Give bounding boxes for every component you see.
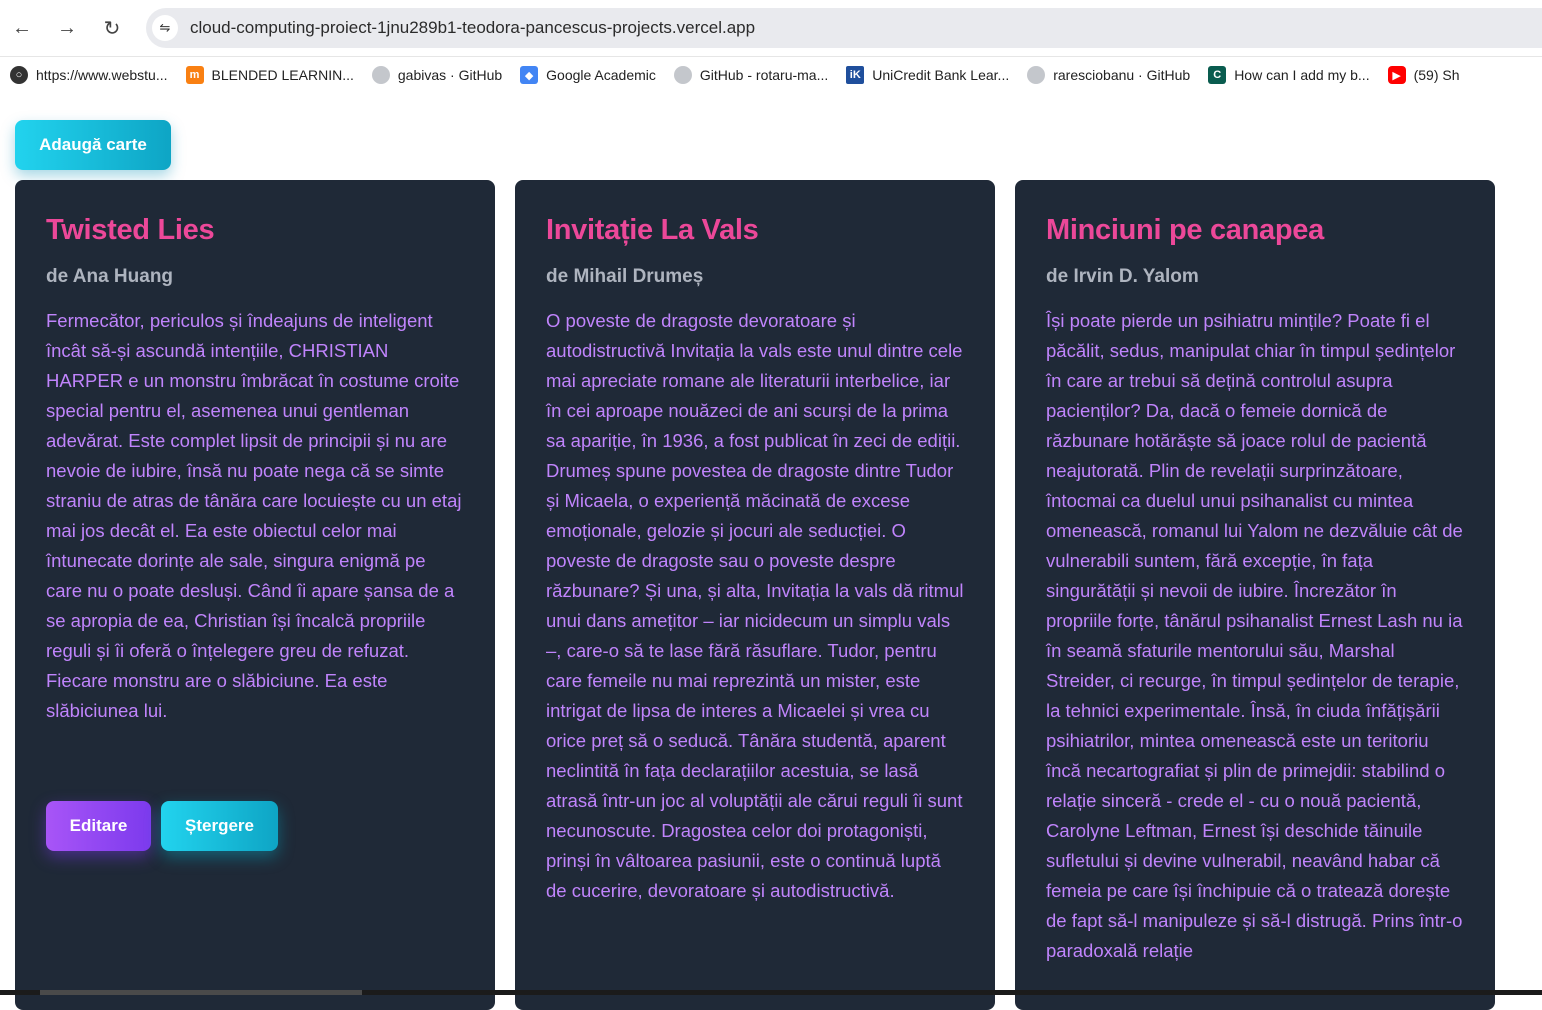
bookmark-item[interactable]: GitHub - rotaru-ma... [673, 66, 829, 84]
unicredit-icon: iK [846, 66, 865, 84]
bookmark-label: (59) Sh [1413, 67, 1460, 83]
google-scholar-icon: ◆ [520, 66, 539, 84]
globe-icon: ○ [10, 66, 28, 84]
book-actions: Editare Ștergere [46, 801, 278, 851]
book-title: Twisted Lies [46, 214, 215, 246]
add-book-button[interactable]: Adaugă carte [15, 120, 171, 170]
bookmark-label: gabivas · GitHub [397, 67, 503, 83]
address-bar[interactable]: ⇋ cloud-computing-proiect-1jnu289b1-teod… [146, 8, 1542, 48]
book-title: Invitație La Vals [546, 214, 759, 246]
horizontal-scrollbar[interactable] [0, 990, 1542, 995]
url-text[interactable]: cloud-computing-proiect-1jnu289b1-teodor… [190, 18, 755, 38]
browser-toolbar: ← → ↻ ⇋ cloud-computing-proiect-1jnu289b… [0, 0, 1542, 57]
github-icon [673, 66, 692, 84]
github-icon [371, 66, 390, 84]
delete-button[interactable]: Ștergere [161, 801, 278, 851]
bookmark-item[interactable]: ◆ Google Academic [520, 66, 656, 84]
youtube-icon: ▶ [1387, 66, 1406, 84]
book-author: de Mihail Drumeș [546, 266, 704, 287]
book-description: Fermecător, periculos și îndeajuns de in… [46, 310, 462, 721]
book-author: de Irvin D. Yalom [1046, 266, 1199, 287]
bookmark-item[interactable]: C How can I add my b... [1208, 66, 1370, 84]
bookmark-label: UniCredit Bank Lear... [872, 67, 1010, 83]
book-description: O poveste de dragoste devoratoare și aut… [546, 310, 964, 901]
book-card: Invitație La Vals de Mihail Drumeș O pov… [515, 180, 995, 1010]
site-info-icon[interactable]: ⇋ [152, 15, 178, 41]
book-card: Minciuni pe canapea de Irvin D. Yalom Îș… [1015, 180, 1495, 1010]
bookmark-label: raresciobanu · GitHub [1053, 67, 1191, 83]
bookmark-item[interactable]: ▶ (59) Sh [1387, 66, 1460, 84]
reload-icon[interactable]: ↻ [98, 14, 126, 42]
back-arrow-icon[interactable]: ← [8, 14, 36, 42]
bookmark-label: BLENDED LEARNIN... [211, 67, 354, 83]
scrollbar-thumb[interactable] [40, 990, 362, 995]
bookmark-label: How can I add my b... [1234, 67, 1370, 83]
forward-arrow-icon[interactable]: → [53, 14, 81, 42]
bookmark-item[interactable]: raresciobanu · GitHub [1027, 66, 1190, 84]
bookmark-item[interactable]: m BLENDED LEARNIN... [185, 66, 354, 84]
bookmarks-bar: ○ https://www.webstu... m BLENDED LEARNI… [0, 57, 1542, 93]
bookmark-label: https://www.webstu... [36, 67, 168, 83]
edit-button[interactable]: Editare [46, 801, 151, 851]
bookmark-label: Google Academic [546, 67, 656, 83]
codecademy-icon: C [1208, 66, 1227, 84]
bookmark-item[interactable]: gabivas · GitHub [371, 66, 503, 84]
github-icon [1027, 66, 1046, 84]
bookmark-item[interactable]: iK UniCredit Bank Lear... [846, 66, 1009, 84]
book-title: Minciuni pe canapea [1046, 214, 1324, 246]
bookmark-label: GitHub - rotaru-ma... [699, 67, 829, 83]
bookmark-item[interactable]: ○ https://www.webstu... [10, 66, 168, 84]
book-card: Twisted Lies de Ana Huang Fermecător, pe… [15, 180, 495, 1010]
book-author: de Ana Huang [46, 266, 174, 287]
moodle-icon: m [185, 66, 204, 84]
book-description: Își poate pierde un psihiatru mințile? P… [1046, 310, 1463, 961]
